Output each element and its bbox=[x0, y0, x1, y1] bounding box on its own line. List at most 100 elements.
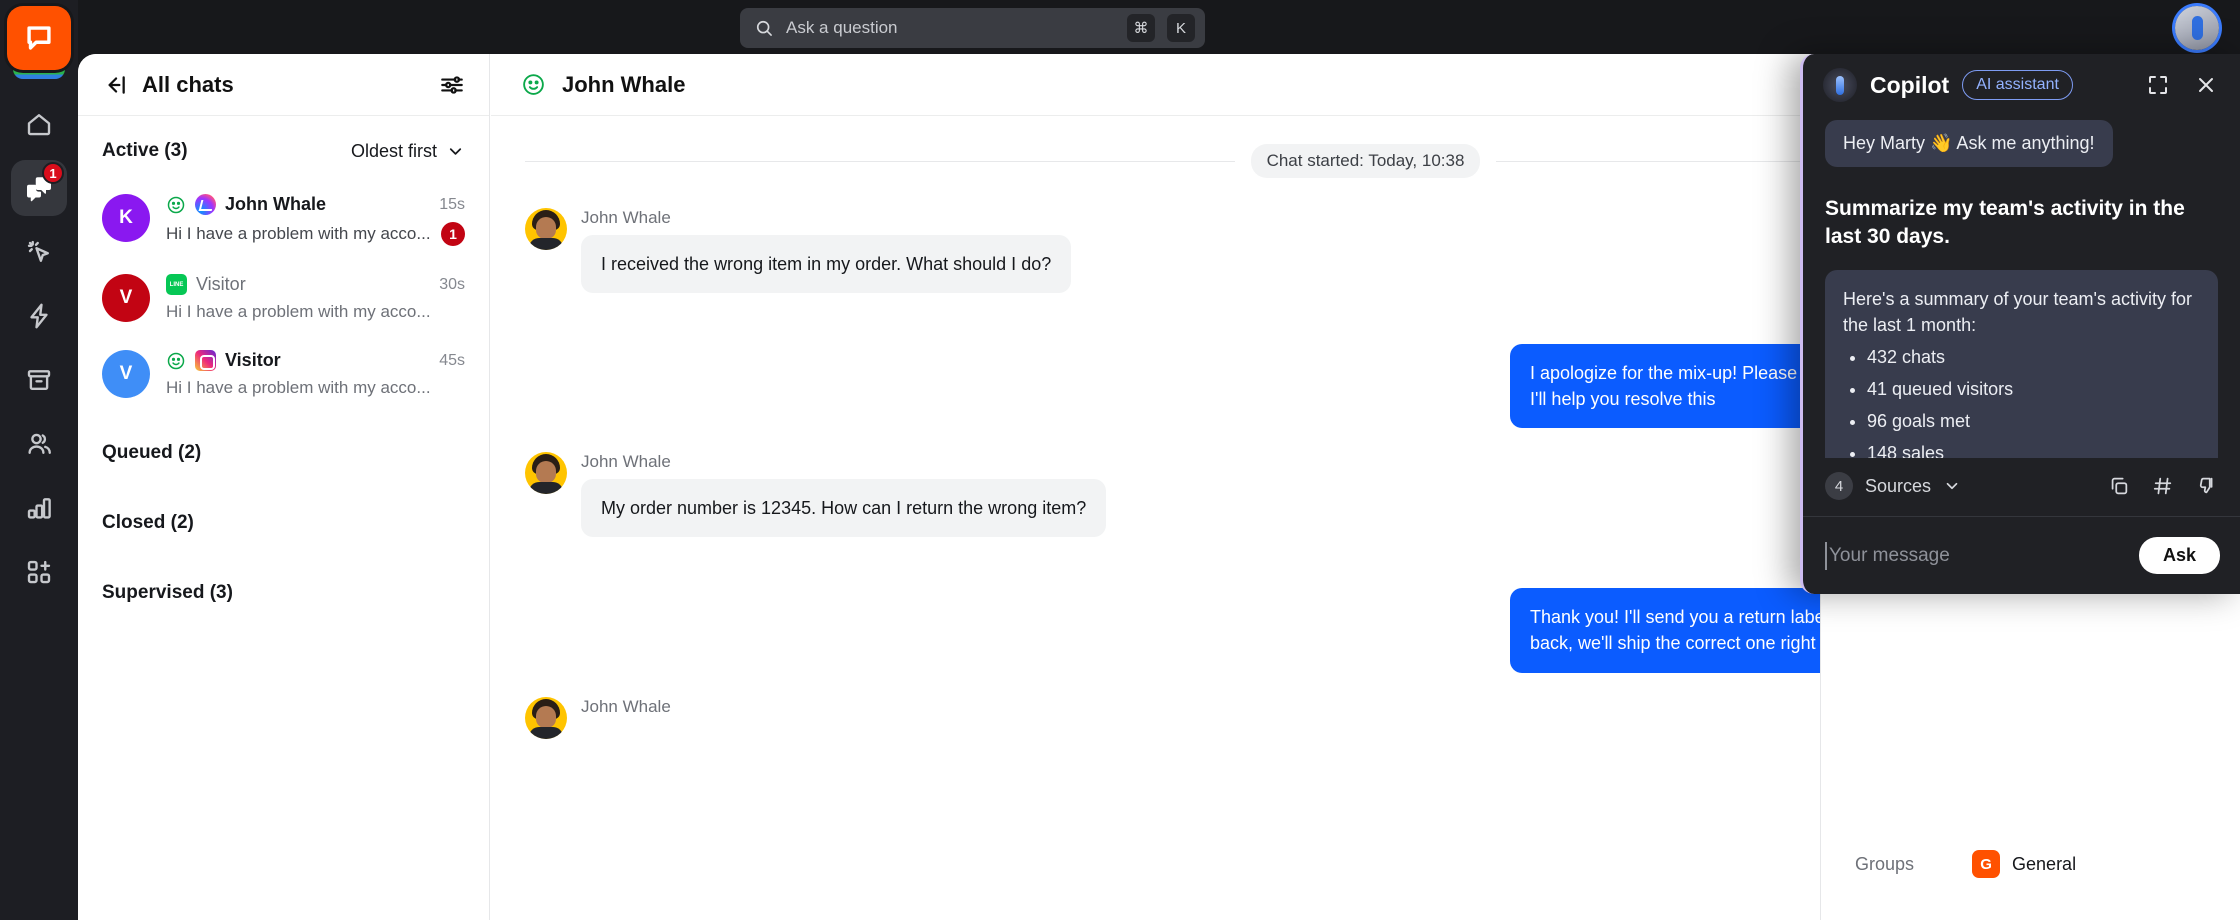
copilot-header: Copilot AI assistant bbox=[1803, 54, 2240, 116]
list-item-preview: Hi I have a problem with my acco... bbox=[166, 224, 431, 243]
expand-icon[interactable] bbox=[2146, 73, 2170, 97]
message-author: John Whale bbox=[581, 696, 671, 716]
avatar bbox=[525, 452, 567, 495]
home-icon bbox=[27, 114, 51, 136]
list-item-preview: Hi I have a problem with my acco... bbox=[166, 378, 431, 397]
list-item: 96 goals met bbox=[1867, 408, 2200, 434]
chevron-down-icon bbox=[449, 147, 462, 155]
message-column: John Whale I received the wrong item in … bbox=[581, 208, 1072, 294]
sources-count-badge: 4 bbox=[1825, 472, 1853, 500]
list-item-body: Visitor 45s Hi I have a problem with my … bbox=[166, 350, 465, 398]
copy-icon[interactable] bbox=[2108, 475, 2130, 497]
user-avatar[interactable] bbox=[2175, 6, 2219, 50]
list-item-time: 15s bbox=[439, 195, 465, 213]
sources-label[interactable]: Sources bbox=[1865, 476, 1931, 497]
ask-button[interactable]: Ask bbox=[2138, 537, 2220, 574]
text-caret bbox=[1825, 541, 1827, 570]
list-item-top: Visitor 30s bbox=[166, 274, 465, 295]
left-nav-rail: 1 bbox=[0, 0, 78, 920]
sidebar-item-home[interactable] bbox=[11, 96, 67, 152]
list-item-bottom: Hi I have a problem with my acco... bbox=[166, 302, 465, 322]
chat-list-panel: All chats Active (3) Oldest first K John… bbox=[78, 54, 490, 920]
section-label: Queued (2) bbox=[102, 442, 202, 463]
list-item-name: Visitor bbox=[225, 350, 281, 370]
list-item-top: Visitor 45s bbox=[166, 350, 465, 371]
bar-chart-icon bbox=[27, 498, 51, 519]
smiley-online-icon bbox=[167, 196, 185, 213]
sidebar-item-automation[interactable] bbox=[11, 288, 67, 344]
list-item[interactable]: K John Whale 15s Hi I have a problem wit… bbox=[78, 186, 489, 266]
copilot-body: Hey Marty 👋 Ask me anything! Summarize m… bbox=[1803, 116, 2240, 458]
copilot-message-input[interactable]: Your message Ask bbox=[1803, 516, 2240, 594]
back-to-list-icon[interactable] bbox=[102, 72, 128, 98]
shortcut-cmd-key: ⌘ bbox=[1127, 14, 1155, 42]
copilot-sources-row: 4 Sources bbox=[1803, 458, 2240, 516]
lightning-icon bbox=[30, 303, 48, 329]
section-label: Closed (2) bbox=[102, 512, 194, 533]
source-instagram-icon bbox=[195, 350, 216, 371]
message-column: John Whale My order number is 12345. How… bbox=[581, 452, 1107, 538]
search-icon bbox=[756, 20, 772, 36]
avatar bbox=[525, 208, 567, 250]
list-item-bottom: Hi I have a problem with my acco... 1 bbox=[166, 222, 465, 246]
sidebar-item-archives[interactable] bbox=[11, 352, 67, 408]
divider-line-left bbox=[525, 160, 1235, 162]
list-item-preview: Hi I have a problem with my acco... bbox=[166, 302, 431, 321]
smiley-online-icon bbox=[167, 352, 185, 369]
rail-items: 1 bbox=[11, 96, 67, 600]
message-bubble: I received the wrong item in my order. W… bbox=[581, 235, 1072, 294]
app-root: 1 Ask a question ⌘ K All chats Active (3… bbox=[0, 0, 2240, 920]
section-label: Supervised (3) bbox=[102, 582, 233, 603]
list-item-time: 45s bbox=[439, 351, 465, 369]
chat-list-section-closed[interactable]: Closed (2) bbox=[78, 488, 489, 558]
list-item-body: Visitor 30s Hi I have a problem with my … bbox=[166, 274, 465, 322]
copilot-title: Copilot bbox=[1870, 71, 1950, 98]
avatar: K bbox=[102, 194, 150, 242]
archive-icon bbox=[27, 370, 51, 390]
message-column: John Whale bbox=[581, 697, 671, 724]
message-author: John Whale bbox=[581, 452, 671, 472]
chats-unread-badge: 1 bbox=[42, 162, 64, 184]
list-item-name: Visitor bbox=[196, 274, 246, 294]
search-input[interactable]: Ask a question ⌘ K bbox=[740, 8, 1205, 48]
list-item[interactable]: V Visitor 45s Hi I have a problem with m… bbox=[78, 342, 489, 418]
sidebar-item-team[interactable] bbox=[11, 416, 67, 472]
sidebar-item-traffic[interactable] bbox=[11, 224, 67, 280]
list-item-name: John Whale bbox=[225, 194, 327, 214]
chat-list-section-supervised[interactable]: Supervised (3) bbox=[78, 558, 489, 628]
chat-list-section-queued[interactable]: Queued (2) bbox=[78, 418, 489, 488]
list-item[interactable]: V Visitor 30s Hi I have a problem with m… bbox=[78, 266, 489, 342]
apps-add-icon bbox=[27, 560, 51, 584]
sort-selector[interactable]: Oldest first bbox=[351, 141, 465, 162]
copilot-panel: Copilot AI assistant Hey Marty 👋 Ask me … bbox=[1800, 54, 2240, 594]
message-author: John Whale bbox=[581, 208, 671, 227]
sidebar-item-chats[interactable]: 1 bbox=[11, 160, 67, 216]
copilot-answer-list: 432 chats 41 queued visitors 96 goals me… bbox=[1867, 344, 2200, 458]
ai-assistant-tag[interactable]: AI assistant bbox=[1962, 70, 2073, 100]
chat-started-label: Chat started: Today, 10:38 bbox=[1250, 144, 1481, 178]
avatar-letter: V bbox=[119, 363, 133, 384]
group-chip[interactable]: G General bbox=[1972, 850, 2076, 878]
sidebar-item-apps[interactable] bbox=[11, 544, 67, 600]
livechat-logo-icon[interactable] bbox=[7, 6, 71, 79]
chat-list-header: All chats bbox=[78, 54, 489, 116]
filters-icon[interactable] bbox=[439, 72, 465, 98]
thumbs-down-icon[interactable] bbox=[2196, 475, 2218, 497]
list-item-body: John Whale 15s Hi I have a problem with … bbox=[166, 194, 465, 246]
list-item: 41 queued visitors bbox=[1867, 376, 2200, 402]
close-icon[interactable] bbox=[2194, 73, 2218, 97]
top-bar: Ask a question ⌘ K bbox=[78, 0, 2240, 56]
hash-icon[interactable] bbox=[2152, 475, 2174, 497]
search-placeholder: Ask a question bbox=[786, 18, 898, 37]
cursor-click-icon bbox=[27, 240, 49, 262]
copilot-input-placeholder: Your message bbox=[1829, 544, 1950, 566]
section-label: Active (3) bbox=[102, 140, 188, 161]
chat-list-section-active: Active (3) Oldest first bbox=[78, 116, 489, 186]
page-title: John Whale bbox=[562, 71, 686, 97]
copilot-greeting: Hey Marty 👋 Ask me anything! bbox=[1825, 120, 2113, 167]
shortcut-k-key: K bbox=[1167, 14, 1195, 42]
sidebar-item-reports[interactable] bbox=[11, 480, 67, 536]
people-icon bbox=[28, 433, 51, 454]
copilot-question: Summarize my team's activity in the last… bbox=[1825, 197, 2185, 249]
chevron-down-icon[interactable] bbox=[1943, 477, 1961, 495]
